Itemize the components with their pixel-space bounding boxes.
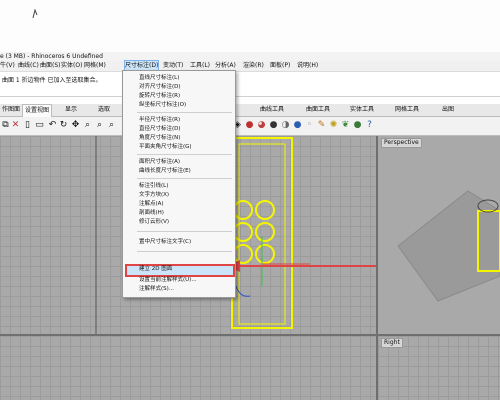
perspective-geometry (397, 190, 500, 302)
viewport-perspective[interactable]: Perspective (378, 136, 500, 334)
menu-separator (137, 112, 232, 113)
menu-item-diameter-dimension[interactable]: 直径尺寸标注(D) (139, 125, 181, 133)
menu-separator (137, 231, 232, 232)
top-margin (0, 0, 500, 52)
toolbar: ⧉ ✕ ▯ ▭ ↶ ↻ ✥ ⌕ ⌕ ⌕ ◈ ● ◕ ● ◑ ● ◦ ✎ ✺ ❦ … (0, 117, 500, 136)
undo-icon[interactable]: ↶ (47, 120, 58, 131)
menu-item-center-dimension-text[interactable]: 置中尺寸标注文字(C) (139, 238, 191, 246)
environment-icon[interactable]: ● (352, 120, 363, 131)
mouse-cursor-icon (32, 9, 38, 19)
tab-curve-tools[interactable]: 曲线工具 (258, 104, 286, 116)
tab-display[interactable]: 显示 (63, 104, 79, 116)
menu-view[interactable]: 牛(V) (0, 61, 15, 71)
annotation-arrow-line (236, 265, 376, 267)
viewport-right[interactable]: Right (378, 336, 500, 400)
menu-item-ordinate-dimension[interactable]: 纵坐标尺寸标注(O) (139, 101, 186, 109)
menu-item-make-2d-drawing[interactable]: 建立 2D 图面 (139, 265, 172, 273)
menu-item-annotation-styles[interactable]: 注解样式(S)... (139, 285, 174, 293)
viewport-grid (0, 336, 376, 400)
zoom-icon[interactable]: ⌕ (82, 120, 93, 131)
cut-icon[interactable]: ✕ (10, 120, 21, 131)
tab-mesh-tools[interactable]: 网格工具 (393, 104, 421, 116)
menu-item-aligned-dimension[interactable]: 对齐尺寸标注(D) (139, 83, 181, 91)
light-icon[interactable]: ✺ (328, 120, 339, 131)
help-icon[interactable]: ? (364, 120, 375, 131)
viewport-label-perspective[interactable]: Perspective (381, 138, 422, 148)
menu-separator (137, 154, 232, 155)
menu-bar: 牛(V) 曲线(C) 曲面(S) 实体(O) 网格(M) 尺寸标注(D) 变动(… (0, 60, 500, 72)
clipboard-icon[interactable]: ▭ (34, 120, 45, 131)
shaded-sphere-icon[interactable]: ● (268, 120, 279, 131)
tab-surface-tools[interactable]: 曲面工具 (304, 104, 332, 116)
menu-item-linear-dimension[interactable]: 直线尺寸标注(L) (139, 74, 179, 82)
menu-item-area-dimension[interactable]: 面积尺寸标注(A) (139, 158, 180, 166)
title-bar: e (3 MB) - Rhinoceros 6 Undefined (0, 52, 500, 61)
menu-solid[interactable]: 实体(O) (61, 61, 82, 71)
tab-select[interactable]: 选取 (96, 104, 112, 116)
menu-item-curve-length-dimension[interactable]: 曲线长度尺寸标注(E) (139, 167, 191, 175)
menu-mesh[interactable]: 网格(M) (84, 61, 106, 71)
render-icon[interactable]: ◑ (280, 120, 291, 131)
menu-item-plane-angle-dimension[interactable]: 平面夹角尺寸标注(G) (139, 143, 192, 151)
zoom-window-icon[interactable]: ⌕ (94, 120, 105, 131)
menu-item-set-annotation-style[interactable]: 设置当前注解样式(U)... (139, 276, 197, 284)
material-icon[interactable]: ◕ (256, 120, 267, 131)
command-history-line: 曲面 1 折边物件 已加入至选取集合。 (2, 77, 102, 84)
lock-icon[interactable]: ● (244, 120, 255, 131)
menu-item-rotated-dimension[interactable]: 旋转尺寸标注(R) (139, 92, 180, 100)
menu-item-text-block[interactable]: 文字方块(X) (139, 191, 169, 199)
tab-solid-tools[interactable]: 实体工具 (348, 104, 376, 116)
menu-item-revision-cloud[interactable]: 修订云形(V) (139, 218, 169, 226)
pan-icon[interactable]: ✥ (70, 120, 81, 131)
menu-item-radius-dimension[interactable]: 半径尺寸标注(R) (139, 116, 180, 124)
options-icon[interactable]: ❦ (340, 120, 351, 131)
menu-render[interactable]: 渲染(R) (243, 61, 264, 71)
menu-item-dot[interactable]: 注解点(A) (139, 200, 164, 208)
tab-standard[interactable]: 作图面 (0, 104, 22, 116)
window-title: e (3 MB) - Rhinoceros 6 Undefined (0, 53, 103, 60)
menu-item-hatch[interactable]: 剖面线(H) (139, 209, 164, 217)
menu-surface[interactable]: 曲面(S) (40, 61, 61, 71)
menu-item-angle-dimension[interactable]: 角度尺寸标注(N) (139, 134, 180, 142)
menu-curve[interactable]: 曲线(C) (18, 61, 39, 71)
tab-drafting[interactable]: 出图 (440, 104, 456, 116)
ghosted-icon[interactable]: ◦ (304, 120, 315, 131)
rotate-view-icon[interactable]: ↻ (58, 120, 69, 131)
viewport-label-right[interactable]: Right (381, 338, 403, 348)
menu-panels[interactable]: 面板(P) (270, 61, 290, 71)
dimension-menu-dropdown: 直线尺寸标注(L) 对齐尺寸标注(D) 旋转尺寸标注(R) 纵坐标尺寸标注(O)… (122, 70, 236, 298)
menu-help[interactable]: 说明(H) (297, 61, 318, 71)
properties-icon[interactable]: ✎ (316, 120, 327, 131)
viewport-front[interactable] (0, 336, 376, 400)
menu-separator (137, 178, 232, 179)
rendered-sphere-icon[interactable]: ● (292, 120, 303, 131)
zoom-extents-icon[interactable]: ⌕ (106, 120, 117, 131)
menu-item-leader[interactable]: 标注引线(L) (139, 182, 168, 190)
menu-separator (137, 251, 232, 252)
command-history: 曲面 1 折边物件 已加入至选取集合。 (0, 72, 500, 97)
paste-icon[interactable]: ▯ (22, 120, 33, 131)
toolbar-tabs: 作图面 设置视图 显示 选取 曲线工具 曲面工具 实体工具 网格工具 出图 (0, 104, 500, 117)
tab-set-view[interactable]: 设置视图 (22, 104, 53, 117)
